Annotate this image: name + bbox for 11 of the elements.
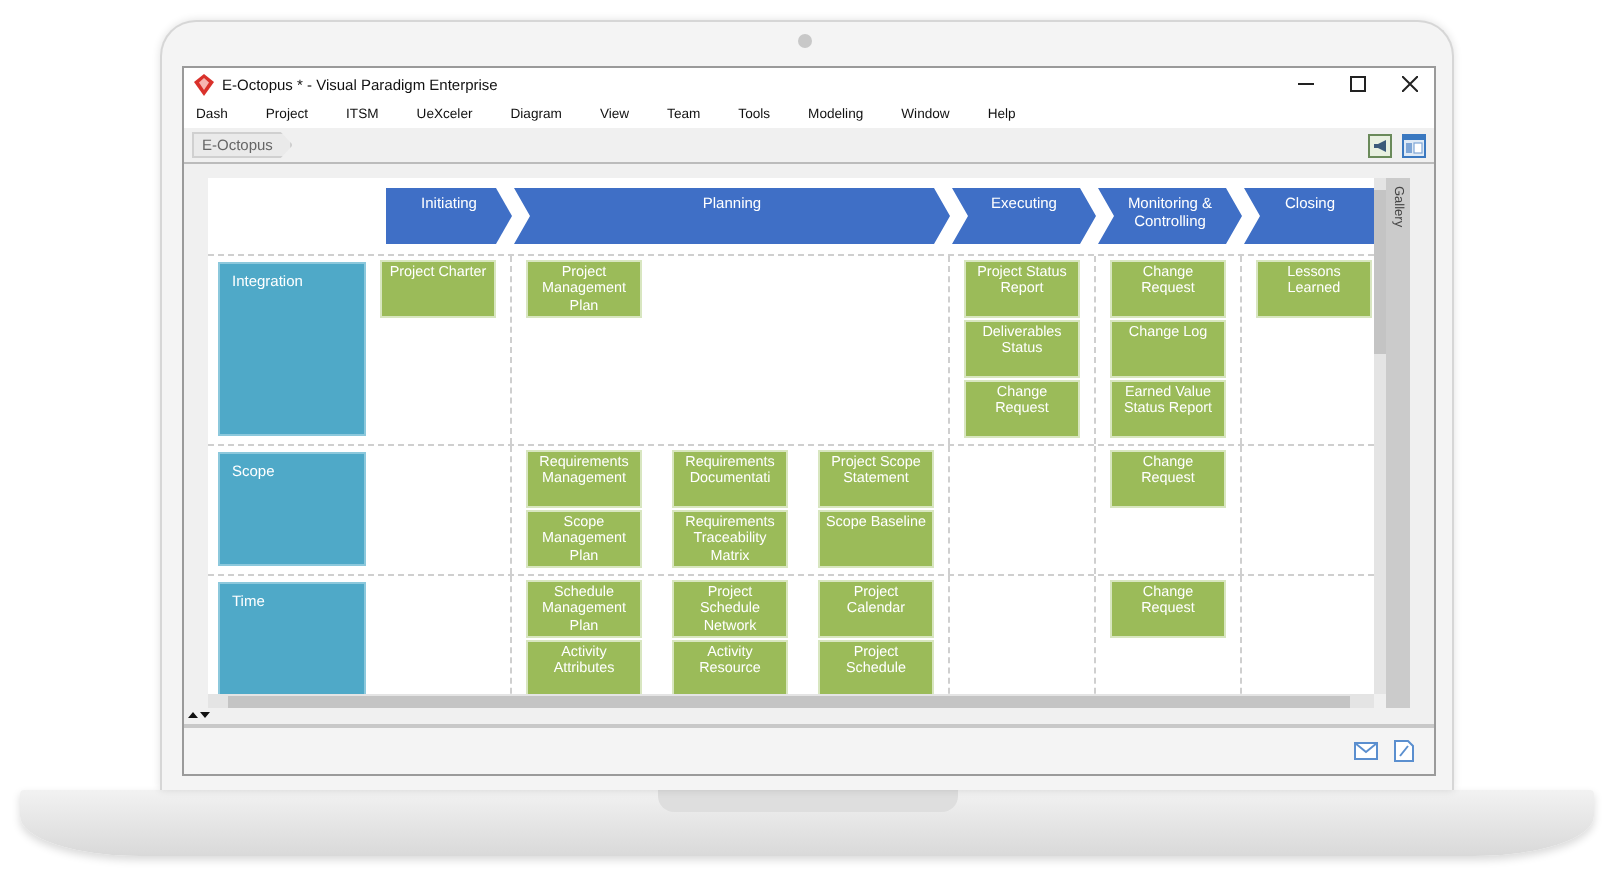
- document-icon[interactable]: [1394, 740, 1414, 762]
- expand-collapse-icon[interactable]: [188, 709, 212, 719]
- horizontal-scrollbar[interactable]: [208, 694, 1374, 708]
- panel-icon[interactable]: [1402, 133, 1426, 157]
- mail-icon[interactable]: [1354, 742, 1378, 760]
- maximize-icon[interactable]: [1350, 76, 1366, 92]
- vertical-scrollbar[interactable]: [1374, 178, 1386, 694]
- close-icon[interactable]: [1402, 76, 1418, 92]
- app-logo-icon: [194, 73, 214, 95]
- megaphone-icon[interactable]: [1368, 133, 1392, 157]
- camera-dot: [798, 34, 812, 48]
